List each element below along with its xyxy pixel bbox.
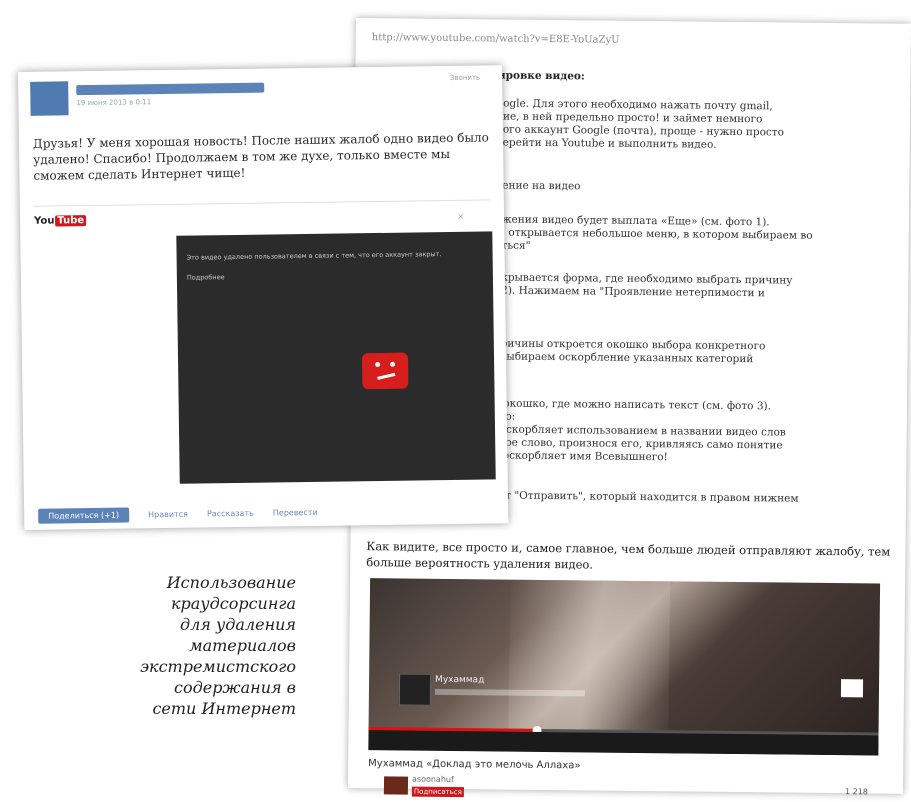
channel-thumbnail[interactable] — [398, 673, 432, 706]
post-footer: Поделиться (+1) Нравится Рассказать Пере… — [38, 500, 318, 524]
author-name[interactable] — [76, 82, 265, 96]
caption-line: для удаления — [179, 615, 296, 634]
youtube-logo: You Tube — [34, 215, 87, 227]
caption-line: сети Интернет — [152, 699, 296, 718]
tell-link[interactable]: Рассказать — [207, 509, 254, 519]
instruction-line: ... окошко, где можно написать текст (см… — [489, 397, 772, 413]
player-controls[interactable] — [368, 730, 879, 756]
instruction-line: ...ерейти на Youtube и выполнить видео. — [492, 136, 717, 151]
instruction-line: ...ение на видео — [492, 179, 581, 193]
caption-line: материалов — [189, 636, 296, 655]
video-info: Мухаммад «Доклад это мелочь Аллаха» asoo… — [368, 758, 878, 798]
youtube-logo-left: You — [34, 215, 55, 227]
shared-link-bar[interactable] — [33, 191, 490, 207]
close-icon[interactable]: × — [457, 212, 464, 221]
channel-avatar[interactable] — [383, 776, 409, 795]
avatar[interactable] — [30, 81, 69, 116]
view-count: 1 218 — [844, 787, 868, 797]
video-overlay-subtitle — [434, 688, 585, 697]
subscribe-button[interactable]: Подписаться — [411, 786, 464, 798]
social-post-card: 19 июня 2013 в 0:11 Звонить Друзья! У ме… — [18, 65, 509, 530]
video-error-message: Это видео удалено пользователем в связи … — [186, 250, 442, 262]
instruction-line: ..., открывается небольшое меню, в котор… — [491, 226, 813, 242]
instruction-line: ...ет "Отправить", который находится в п… — [488, 489, 799, 505]
channel-name[interactable]: asoonahuf — [412, 775, 454, 784]
post-date: 19 июня 2013 в 0:11 — [76, 98, 152, 108]
translate-link[interactable]: Перевести — [273, 508, 318, 518]
instruction-line: ... оскорбляет имя Всевышнего! — [489, 449, 668, 464]
video-error-more-link[interactable]: Подробнее — [187, 273, 225, 282]
caption-line: содержания в — [173, 678, 296, 697]
caption-line: Использование — [166, 573, 296, 592]
embedded-video-player[interactable]: Мухаммад — [368, 578, 881, 756]
share-button[interactable]: Поделиться (+1) — [38, 507, 130, 524]
removed-video-player[interactable]: Это видео удалено пользователем в связи … — [176, 231, 496, 484]
figure-caption: Использование краудсорсинга для удаления… — [120, 572, 296, 719]
instruction-line: ...2). Нажимаем на "Проявление нетерпимо… — [491, 284, 765, 300]
watch-later-icon[interactable] — [840, 679, 864, 698]
caption-line: краудсорсинга — [170, 594, 296, 613]
video-overlay-title: Мухаммад — [435, 674, 485, 686]
like-link[interactable]: Нравится — [148, 510, 188, 520]
youtube-logo-right: Tube — [55, 215, 87, 227]
youtube-url[interactable]: http://www.youtube.com/watch?v=E8E-YoUaZ… — [372, 32, 620, 46]
sad-youtube-icon — [361, 352, 409, 390]
video-title[interactable]: Мухаммад «Доклад это мелочь Аллаха» — [368, 758, 878, 774]
caption-line: экстремистского — [140, 657, 296, 676]
post-text: Друзья! У меня хорошая новость! После на… — [32, 130, 489, 183]
instruction-line: ...выбираем оскорбление указанных катего… — [490, 350, 754, 366]
post-action-link[interactable]: Звонить — [450, 74, 480, 82]
conclusion-text: Как видите, все просто и, самое главное,… — [366, 539, 891, 572]
